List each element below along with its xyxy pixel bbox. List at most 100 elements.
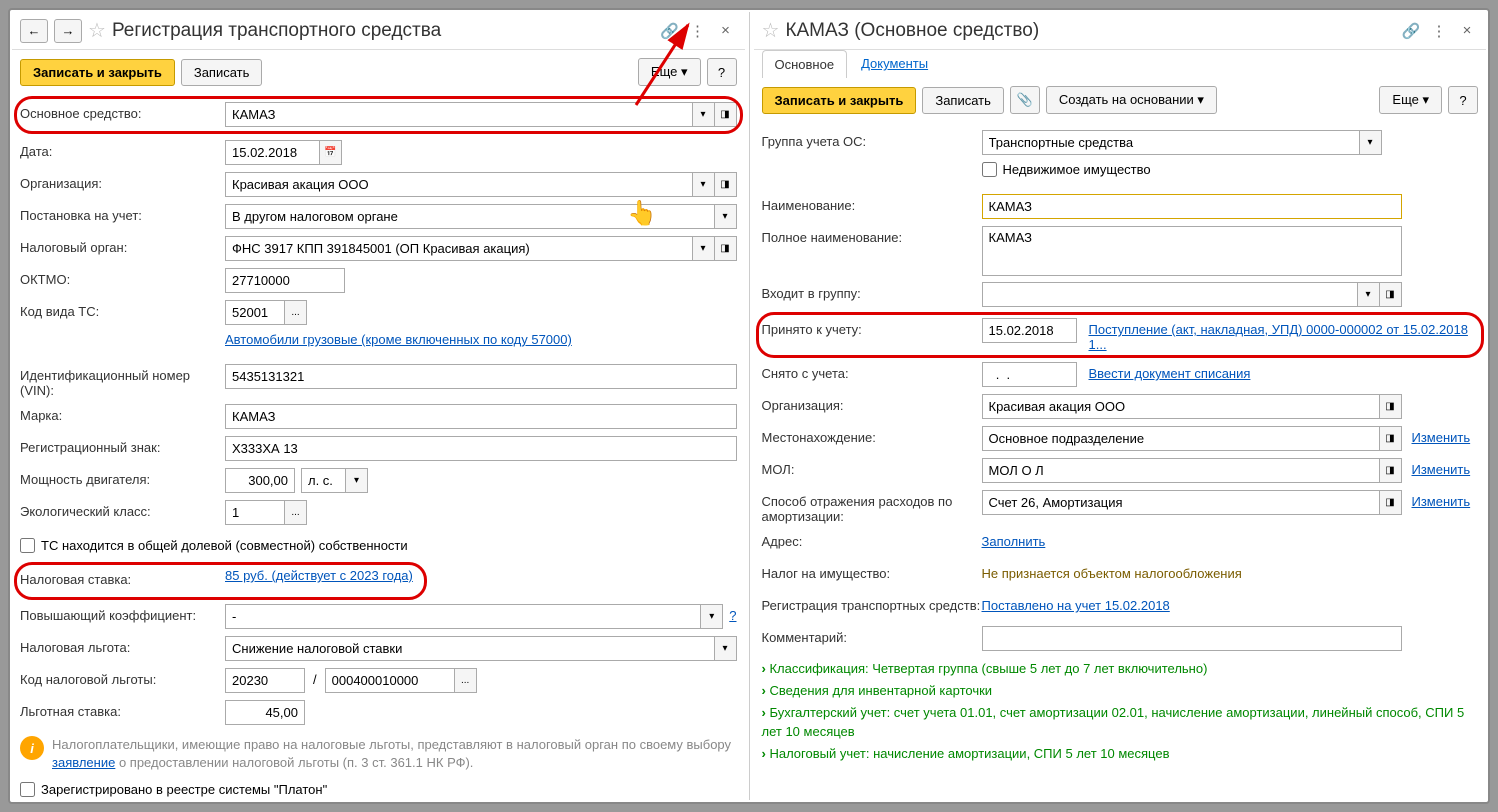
- loc-input[interactable]: [982, 426, 1380, 451]
- open-icon[interactable]: ◨: [1380, 394, 1402, 419]
- info-link[interactable]: заявление: [52, 755, 115, 770]
- dropdown-icon[interactable]: ▾: [701, 604, 723, 629]
- accepted-link[interactable]: Поступление (акт, накладная, УПД) 0000-0…: [1089, 318, 1479, 352]
- benefit-label: Налоговая льгота:: [20, 636, 225, 655]
- dropdown-icon[interactable]: ▾: [715, 204, 737, 229]
- change-link[interactable]: Изменить: [1412, 490, 1471, 509]
- right-header: ☆ КАМАЗ (Основное средство) 🔗 ⋮ ×: [754, 12, 1487, 50]
- change-link[interactable]: Изменить: [1412, 426, 1471, 445]
- change-link[interactable]: Изменить: [1412, 458, 1471, 477]
- platon-checkbox[interactable]: [20, 782, 35, 797]
- power-label: Мощность двигателя:: [20, 468, 225, 487]
- open-icon[interactable]: ◨: [1380, 426, 1402, 451]
- cursor-hand-icon: 👆: [627, 199, 657, 228]
- coef-help[interactable]: ?: [729, 604, 736, 623]
- star-icon[interactable]: ☆: [762, 18, 780, 43]
- brand-input[interactable]: [225, 404, 737, 429]
- vehreg-link[interactable]: Поставлено на учет 15.02.2018: [982, 594, 1170, 613]
- calendar-icon[interactable]: 📅: [320, 140, 342, 165]
- benefit-rate-input[interactable]: [225, 700, 305, 725]
- group-input[interactable]: [982, 130, 1360, 155]
- save-close-button[interactable]: Записать и закрыть: [762, 87, 917, 114]
- save-button[interactable]: Записать: [922, 87, 1004, 114]
- dropdown-icon[interactable]: ▾: [693, 102, 715, 127]
- code-hint[interactable]: Автомобили грузовые (кроме включенных по…: [225, 332, 572, 347]
- amort-input[interactable]: [982, 490, 1380, 515]
- left-header: ← → ☆ Регистрация транспортного средства…: [12, 12, 745, 50]
- star-icon[interactable]: ☆: [88, 18, 106, 43]
- expand-inv[interactable]: Сведения для инвентарной карточки: [762, 680, 1479, 702]
- main-asset-input[interactable]: [225, 102, 693, 127]
- right-body: Группа учета ОС: ▾ Недвижимое имущество …: [754, 122, 1487, 800]
- expand-class[interactable]: Классификация: Четвертая группа (свыше 5…: [762, 658, 1479, 680]
- close-icon[interactable]: ×: [715, 20, 737, 42]
- fullname-input[interactable]: КАМАЗ: [982, 226, 1402, 276]
- addr-label: Адрес:: [762, 530, 982, 549]
- more-button[interactable]: Еще ▾: [1379, 86, 1442, 114]
- open-icon[interactable]: ◨: [1380, 458, 1402, 483]
- link-icon[interactable]: 🔗: [659, 20, 681, 42]
- comment-input[interactable]: [982, 626, 1402, 651]
- proptax-label: Налог на имущество:: [762, 562, 982, 581]
- org-input[interactable]: [982, 394, 1380, 419]
- open-icon[interactable]: ◨: [1380, 490, 1402, 515]
- code-input[interactable]: [225, 300, 285, 325]
- save-button[interactable]: Записать: [181, 59, 263, 86]
- name-input[interactable]: [982, 194, 1402, 219]
- benefit-code2-input[interactable]: [325, 668, 455, 693]
- ingroup-input[interactable]: [982, 282, 1358, 307]
- vin-input[interactable]: [225, 364, 737, 389]
- tab-docs[interactable]: Документы: [849, 50, 940, 78]
- dropdown-icon[interactable]: ▾: [346, 468, 368, 493]
- help-button[interactable]: ?: [1448, 86, 1478, 114]
- ellipsis-icon[interactable]: ...: [285, 300, 307, 325]
- open-icon[interactable]: ◨: [1380, 282, 1402, 307]
- realty-checkbox[interactable]: [982, 162, 997, 177]
- removed-link[interactable]: Ввести документ списания: [1089, 362, 1251, 381]
- coef-input[interactable]: [225, 604, 701, 629]
- help-button[interactable]: ?: [707, 58, 737, 86]
- power-unit-input[interactable]: [301, 468, 346, 493]
- dropdown-icon[interactable]: ▾: [693, 172, 715, 197]
- save-close-button[interactable]: Записать и закрыть: [20, 59, 175, 86]
- link-icon[interactable]: 🔗: [1400, 20, 1422, 42]
- tab-main[interactable]: Основное: [762, 50, 848, 78]
- dropdown-icon[interactable]: ▾: [1360, 130, 1382, 155]
- eco-input[interactable]: [225, 500, 285, 525]
- dropdown-icon[interactable]: ▾: [715, 636, 737, 661]
- mol-input[interactable]: [982, 458, 1380, 483]
- removed-date-input[interactable]: [982, 362, 1077, 387]
- expand-acc[interactable]: Бухгалтерский учет: счет учета 01.01, сч…: [762, 702, 1479, 742]
- forward-button[interactable]: →: [54, 19, 82, 43]
- more-button[interactable]: Еще ▾: [638, 58, 701, 86]
- ellipsis-icon[interactable]: ...: [285, 500, 307, 525]
- ellipsis-icon[interactable]: ...: [455, 668, 477, 693]
- dropdown-icon[interactable]: ▾: [1358, 282, 1380, 307]
- power-input[interactable]: [225, 468, 295, 493]
- back-button[interactable]: ←: [20, 19, 48, 43]
- regmark-input[interactable]: [225, 436, 737, 461]
- open-icon[interactable]: ◨: [715, 172, 737, 197]
- org-input[interactable]: [225, 172, 693, 197]
- addr-link[interactable]: Заполнить: [982, 530, 1046, 549]
- oktmo-input[interactable]: [225, 268, 345, 293]
- date-input[interactable]: [225, 140, 320, 165]
- attach-button[interactable]: 📎: [1010, 86, 1040, 114]
- menu-icon[interactable]: ⋮: [687, 20, 709, 42]
- open-icon[interactable]: ◨: [715, 102, 737, 127]
- create-on-button[interactable]: Создать на основании ▾: [1046, 86, 1217, 114]
- dropdown-icon[interactable]: ▾: [693, 236, 715, 261]
- accepted-date-input[interactable]: [982, 318, 1077, 343]
- benefit-input[interactable]: [225, 636, 715, 661]
- expand-tax[interactable]: Налоговый учет: начисление амортизации, …: [762, 743, 1479, 765]
- tax-auth-input[interactable]: [225, 236, 693, 261]
- menu-icon[interactable]: ⋮: [1428, 20, 1450, 42]
- right-pane: ☆ КАМАЗ (Основное средство) 🔗 ⋮ × Основн…: [754, 12, 1487, 800]
- left-toolbar: Записать и закрыть Записать Еще ▾ ?: [12, 50, 745, 94]
- rate-link[interactable]: 85 руб. (действует с 2023 года): [225, 568, 413, 583]
- close-icon[interactable]: ×: [1456, 20, 1478, 42]
- reg-label: Постановка на учет:: [20, 204, 225, 223]
- open-icon[interactable]: ◨: [715, 236, 737, 261]
- benefit-code1-input[interactable]: [225, 668, 305, 693]
- shared-checkbox[interactable]: [20, 538, 35, 553]
